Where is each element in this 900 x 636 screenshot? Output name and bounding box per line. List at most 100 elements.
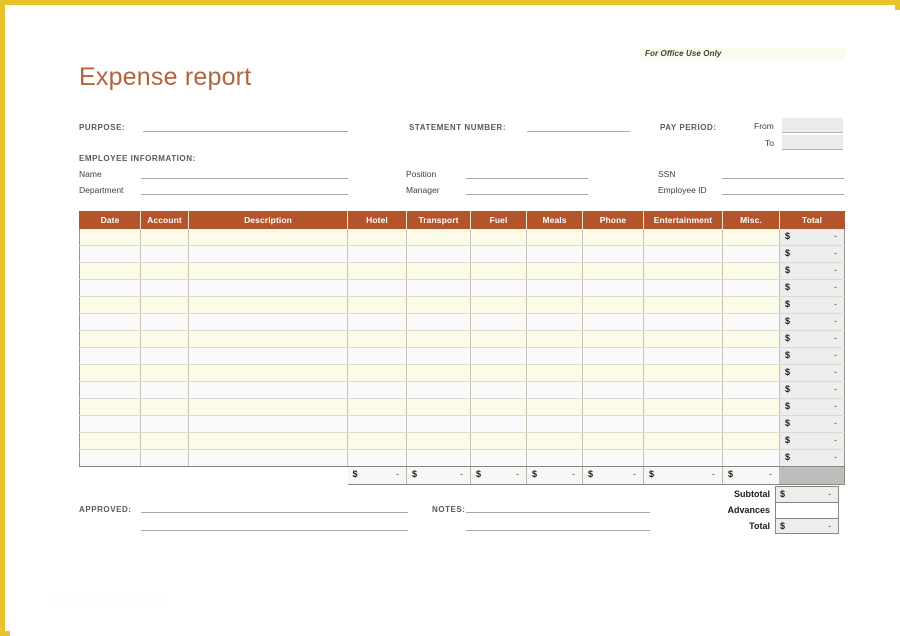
grand-total-value-cell[interactable]: $ -: [775, 518, 839, 534]
expense-cell-entertainment[interactable]: [643, 313, 723, 331]
expense-cell-phone[interactable]: [582, 279, 644, 297]
expense-cell-phone[interactable]: [582, 229, 644, 246]
column-header-entertainment[interactable]: Entertainment: [643, 211, 723, 229]
column-header-hotel[interactable]: Hotel: [347, 211, 407, 229]
employee-name-input[interactable]: [141, 178, 348, 179]
expense-cell-account[interactable]: [140, 296, 189, 314]
expense-cell-hotel[interactable]: [347, 279, 407, 297]
expense-cell-phone[interactable]: [582, 398, 644, 416]
notes-input-line-2[interactable]: [466, 530, 650, 531]
column-header-phone[interactable]: Phone: [582, 211, 644, 229]
expense-cell-description[interactable]: [188, 347, 348, 365]
expense-cell-fuel[interactable]: [470, 296, 527, 314]
expense-cell-entertainment[interactable]: [643, 330, 723, 348]
expense-cell-account[interactable]: [140, 313, 189, 331]
expense-cell-date[interactable]: [79, 415, 141, 433]
expense-cell-date[interactable]: [79, 398, 141, 416]
expense-cell-phone[interactable]: [582, 449, 644, 467]
column-header-fuel[interactable]: Fuel: [470, 211, 527, 229]
expense-cell-meals[interactable]: [526, 432, 583, 450]
expense-cell-hotel[interactable]: [347, 415, 407, 433]
expense-cell-meals[interactable]: [526, 296, 583, 314]
expense-cell-description[interactable]: [188, 229, 348, 246]
expense-cell-account[interactable]: [140, 381, 189, 399]
expense-cell-date[interactable]: [79, 449, 141, 467]
expense-cell-phone[interactable]: [582, 432, 644, 450]
expense-cell-misc[interactable]: [722, 330, 780, 348]
column-header-description[interactable]: Description: [188, 211, 348, 229]
expense-cell-entertainment[interactable]: [643, 398, 723, 416]
expense-cell-entertainment[interactable]: [643, 381, 723, 399]
advances-value-cell[interactable]: [775, 502, 839, 518]
expense-cell-account[interactable]: [140, 398, 189, 416]
expense-cell-fuel[interactable]: [470, 245, 527, 263]
expense-cell-hotel[interactable]: [347, 262, 407, 280]
expense-cell-hotel[interactable]: [347, 330, 407, 348]
expense-cell-transport[interactable]: [406, 415, 471, 433]
expense-cell-account[interactable]: [140, 245, 189, 263]
expense-cell-transport[interactable]: [406, 364, 471, 382]
expense-cell-phone[interactable]: [582, 245, 644, 263]
expense-cell-account[interactable]: [140, 330, 189, 348]
expense-cell-misc[interactable]: [722, 381, 780, 399]
expense-cell-transport[interactable]: [406, 330, 471, 348]
expense-cell-transport[interactable]: [406, 245, 471, 263]
expense-cell-entertainment[interactable]: [643, 432, 723, 450]
statement-number-input[interactable]: [527, 131, 630, 132]
expense-cell-account[interactable]: [140, 279, 189, 297]
approved-input-line-2[interactable]: [141, 530, 408, 531]
pay-period-to-input[interactable]: [782, 135, 843, 150]
expense-cell-meals[interactable]: [526, 279, 583, 297]
expense-cell-description[interactable]: [188, 449, 348, 467]
expense-cell-phone[interactable]: [582, 415, 644, 433]
expense-cell-date[interactable]: [79, 347, 141, 365]
expense-cell-hotel[interactable]: [347, 398, 407, 416]
expense-cell-meals[interactable]: [526, 398, 583, 416]
expense-cell-entertainment[interactable]: [643, 364, 723, 382]
expense-cell-date[interactable]: [79, 330, 141, 348]
expense-cell-meals[interactable]: [526, 381, 583, 399]
expense-cell-date[interactable]: [79, 262, 141, 280]
expense-cell-transport[interactable]: [406, 398, 471, 416]
expense-cell-meals[interactable]: [526, 229, 583, 246]
expense-cell-description[interactable]: [188, 296, 348, 314]
expense-cell-misc[interactable]: [722, 432, 780, 450]
expense-cell-hotel[interactable]: [347, 364, 407, 382]
expense-cell-description[interactable]: [188, 262, 348, 280]
expense-cell-entertainment[interactable]: [643, 245, 723, 263]
expense-cell-transport[interactable]: [406, 313, 471, 331]
expense-cell-date[interactable]: [79, 364, 141, 382]
expense-cell-hotel[interactable]: [347, 381, 407, 399]
expense-cell-fuel[interactable]: [470, 432, 527, 450]
expense-cell-date[interactable]: [79, 432, 141, 450]
expense-cell-meals[interactable]: [526, 364, 583, 382]
expense-cell-account[interactable]: [140, 364, 189, 382]
expense-cell-fuel[interactable]: [470, 449, 527, 467]
employee-ssn-input[interactable]: [722, 178, 844, 179]
expense-cell-entertainment[interactable]: [643, 229, 723, 246]
expense-cell-entertainment[interactable]: [643, 449, 723, 467]
expense-cell-date[interactable]: [79, 313, 141, 331]
expense-cell-misc[interactable]: [722, 229, 780, 246]
expense-cell-phone[interactable]: [582, 330, 644, 348]
expense-cell-meals[interactable]: [526, 245, 583, 263]
expense-cell-transport[interactable]: [406, 449, 471, 467]
expense-cell-phone[interactable]: [582, 313, 644, 331]
expense-cell-transport[interactable]: [406, 262, 471, 280]
expense-cell-phone[interactable]: [582, 347, 644, 365]
expense-cell-misc[interactable]: [722, 364, 780, 382]
expense-cell-account[interactable]: [140, 229, 189, 246]
expense-cell-entertainment[interactable]: [643, 347, 723, 365]
expense-cell-account[interactable]: [140, 415, 189, 433]
expense-cell-meals[interactable]: [526, 347, 583, 365]
expense-cell-transport[interactable]: [406, 381, 471, 399]
column-header-misc[interactable]: Misc.: [722, 211, 780, 229]
column-header-date[interactable]: Date: [79, 211, 141, 229]
expense-cell-misc[interactable]: [722, 313, 780, 331]
expense-cell-date[interactable]: [79, 296, 141, 314]
employee-department-input[interactable]: [141, 194, 348, 195]
expense-cell-phone[interactable]: [582, 381, 644, 399]
expense-cell-fuel[interactable]: [470, 347, 527, 365]
expense-cell-account[interactable]: [140, 449, 189, 467]
expense-cell-misc[interactable]: [722, 262, 780, 280]
